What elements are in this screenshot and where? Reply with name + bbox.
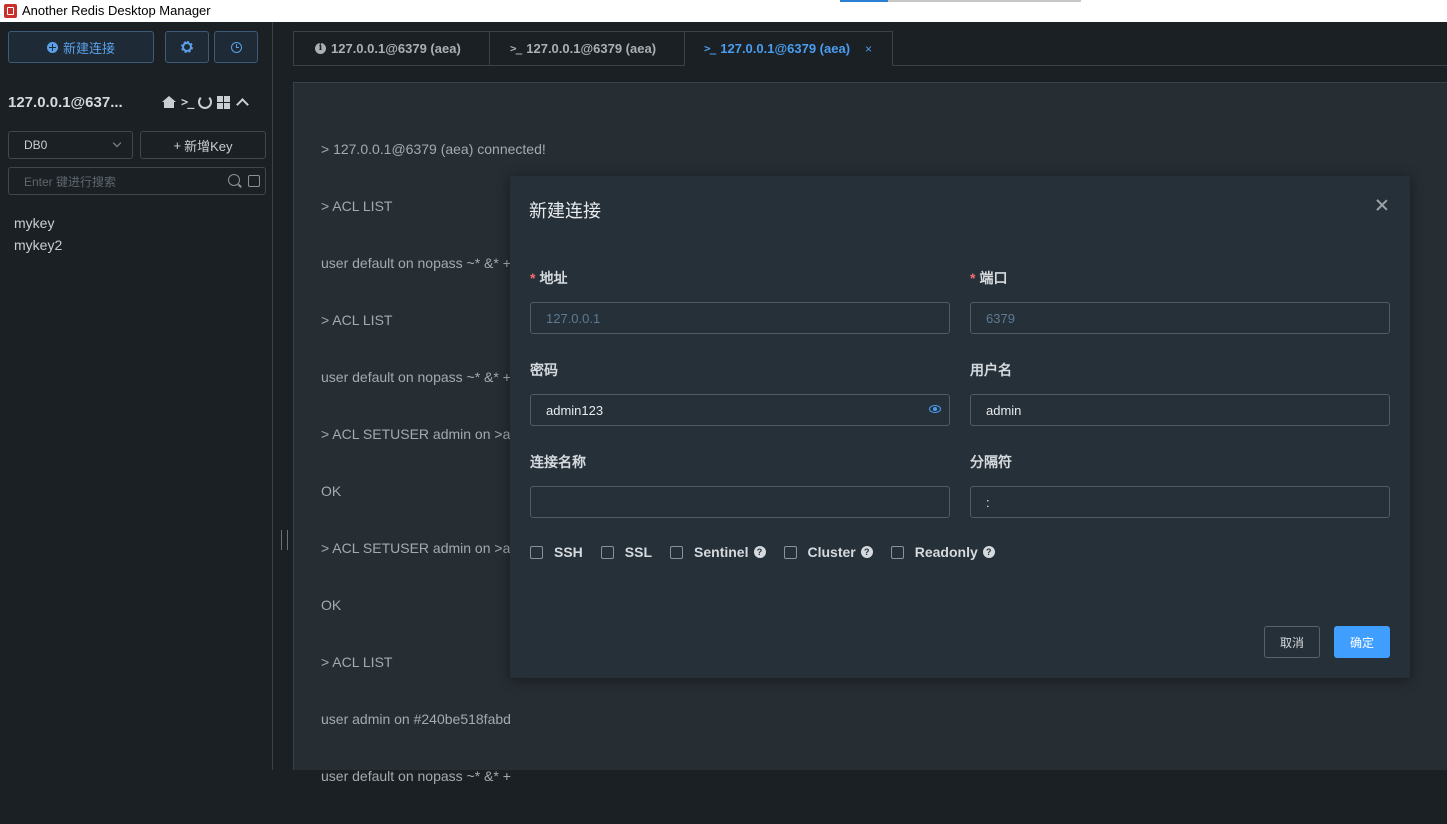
sidebar: 新建连接 127.0.0.1@637... >_ DB0 + 新增Key myk… xyxy=(0,22,272,770)
cluster-checkbox[interactable]: Cluster? xyxy=(783,544,873,560)
terminal-icon: >_ xyxy=(704,42,716,55)
connection-options: SSH SSL Sentinel? Cluster? Readonly? xyxy=(530,544,1013,560)
new-connection-button[interactable]: 新建连接 xyxy=(8,31,154,63)
password-label: 密码 xyxy=(530,362,558,378)
new-connection-dialog: 新建连接 *地址 *端口 密码 用户名 连接名称 分隔符 SSH SSL Sen… xyxy=(510,176,1410,678)
help-icon[interactable]: ? xyxy=(982,546,995,558)
window-title: Another Redis Desktop Manager xyxy=(22,3,211,18)
separator-input[interactable] xyxy=(971,487,1389,517)
host-label: * 地址 xyxy=(530,268,567,288)
tab-label: 127.0.0.1@6379 (aea) xyxy=(526,41,657,56)
db-select-value: DB0 xyxy=(24,138,48,152)
clock-icon xyxy=(230,41,242,53)
plus-icon: + xyxy=(173,137,182,153)
add-key-button[interactable]: + 新增Key xyxy=(140,131,266,159)
tab-bar: i 127.0.0.1@6379 (aea) >_ 127.0.0.1@6379… xyxy=(293,31,893,66)
tab-label: 127.0.0.1@6379 (aea) xyxy=(720,41,851,56)
sidebar-divider xyxy=(272,22,273,770)
tab-info[interactable]: i 127.0.0.1@6379 (aea) xyxy=(293,31,489,66)
info-icon: i xyxy=(315,43,326,54)
search-input[interactable] xyxy=(9,168,236,196)
option-label: Sentinel xyxy=(694,544,749,560)
home-icon[interactable] xyxy=(162,95,176,109)
host-label-text: 地址 xyxy=(539,270,568,286)
port-label-text: 端口 xyxy=(979,270,1008,286)
taskbar-indicator xyxy=(840,0,888,2)
settings-button[interactable] xyxy=(165,31,209,63)
connection-name-input[interactable] xyxy=(531,487,949,517)
checkbox-box[interactable] xyxy=(670,545,684,559)
chevron-up-icon[interactable] xyxy=(236,97,250,111)
option-label: SSL xyxy=(624,544,653,560)
host-input[interactable] xyxy=(531,303,949,333)
tab-label: 127.0.0.1@6379 (aea) xyxy=(331,41,461,56)
gear-icon xyxy=(181,41,193,53)
separator-label: 分隔符 xyxy=(970,454,1012,470)
new-connection-label: 新建连接 xyxy=(62,40,115,56)
list-item[interactable]: mykey xyxy=(14,212,62,234)
resize-handle[interactable] xyxy=(281,530,288,550)
password-input[interactable] xyxy=(531,395,949,425)
cancel-button[interactable]: 取消 xyxy=(1264,626,1320,658)
taskbar-indicator-track xyxy=(888,0,1081,2)
plus-circle-icon xyxy=(46,41,58,53)
option-label: SSH xyxy=(554,544,583,560)
key-list: mykey mykey2 xyxy=(14,212,62,256)
option-label: Cluster xyxy=(807,544,856,560)
key-search xyxy=(8,167,266,196)
terminal-icon: >_ xyxy=(510,42,522,55)
required-mark: * xyxy=(970,270,976,286)
option-label: Readonly xyxy=(914,544,978,560)
chevron-down-icon xyxy=(112,138,122,148)
connection-name-field xyxy=(530,486,950,518)
close-icon[interactable]: × xyxy=(865,42,872,56)
host-field xyxy=(530,302,950,334)
checkbox-box[interactable] xyxy=(600,545,614,559)
command-log-button[interactable] xyxy=(214,31,258,63)
ssh-checkbox[interactable]: SSH xyxy=(530,544,583,560)
port-field xyxy=(970,302,1390,334)
tab-console-1[interactable]: >_ 127.0.0.1@6379 (aea) xyxy=(489,31,684,66)
readonly-checkbox[interactable]: Readonly? xyxy=(890,544,995,560)
window-titlebar: Another Redis Desktop Manager xyxy=(0,0,1447,22)
password-field xyxy=(530,394,950,426)
tab-console-2[interactable]: >_ 127.0.0.1@6379 (aea) × xyxy=(684,31,893,66)
db-select[interactable]: DB0 xyxy=(8,131,133,159)
connection-title[interactable]: 127.0.0.1@637... xyxy=(8,94,123,111)
username-field xyxy=(970,394,1390,426)
confirm-button[interactable]: 确定 xyxy=(1334,626,1390,658)
connection-name-label: 连接名称 xyxy=(530,454,586,470)
console-line: user admin on #240be518fabd xyxy=(321,711,511,727)
username-input[interactable] xyxy=(971,395,1389,425)
sentinel-checkbox[interactable]: Sentinel? xyxy=(670,544,766,560)
console-line: > 127.0.0.1@6379 (aea) connected! xyxy=(321,141,546,157)
port-input[interactable] xyxy=(971,303,1389,333)
list-item[interactable]: mykey2 xyxy=(14,234,62,256)
exact-match-checkbox[interactable] xyxy=(248,175,260,187)
grid-icon[interactable] xyxy=(217,95,231,109)
port-label: * 端口 xyxy=(970,268,1007,288)
search-icon[interactable] xyxy=(228,174,240,186)
add-key-label: 新增Key xyxy=(184,138,233,154)
dialog-title: 新建连接 xyxy=(529,201,601,221)
terminal-icon[interactable]: >_ xyxy=(181,95,194,109)
eye-icon[interactable] xyxy=(929,405,941,413)
close-icon[interactable] xyxy=(1374,198,1390,214)
required-mark: * xyxy=(530,270,536,286)
refresh-icon[interactable] xyxy=(198,95,213,109)
checkbox-box[interactable] xyxy=(783,545,797,559)
ssl-checkbox[interactable]: SSL xyxy=(600,544,653,560)
app-logo-icon xyxy=(4,4,17,18)
help-icon[interactable]: ? xyxy=(753,546,766,558)
separator-field xyxy=(970,486,1390,518)
connection-toolbar: >_ xyxy=(162,95,250,111)
username-label: 用户名 xyxy=(970,362,1012,378)
checkbox-box[interactable] xyxy=(530,545,543,559)
checkbox-box[interactable] xyxy=(890,545,904,559)
help-icon[interactable]: ? xyxy=(860,546,873,558)
